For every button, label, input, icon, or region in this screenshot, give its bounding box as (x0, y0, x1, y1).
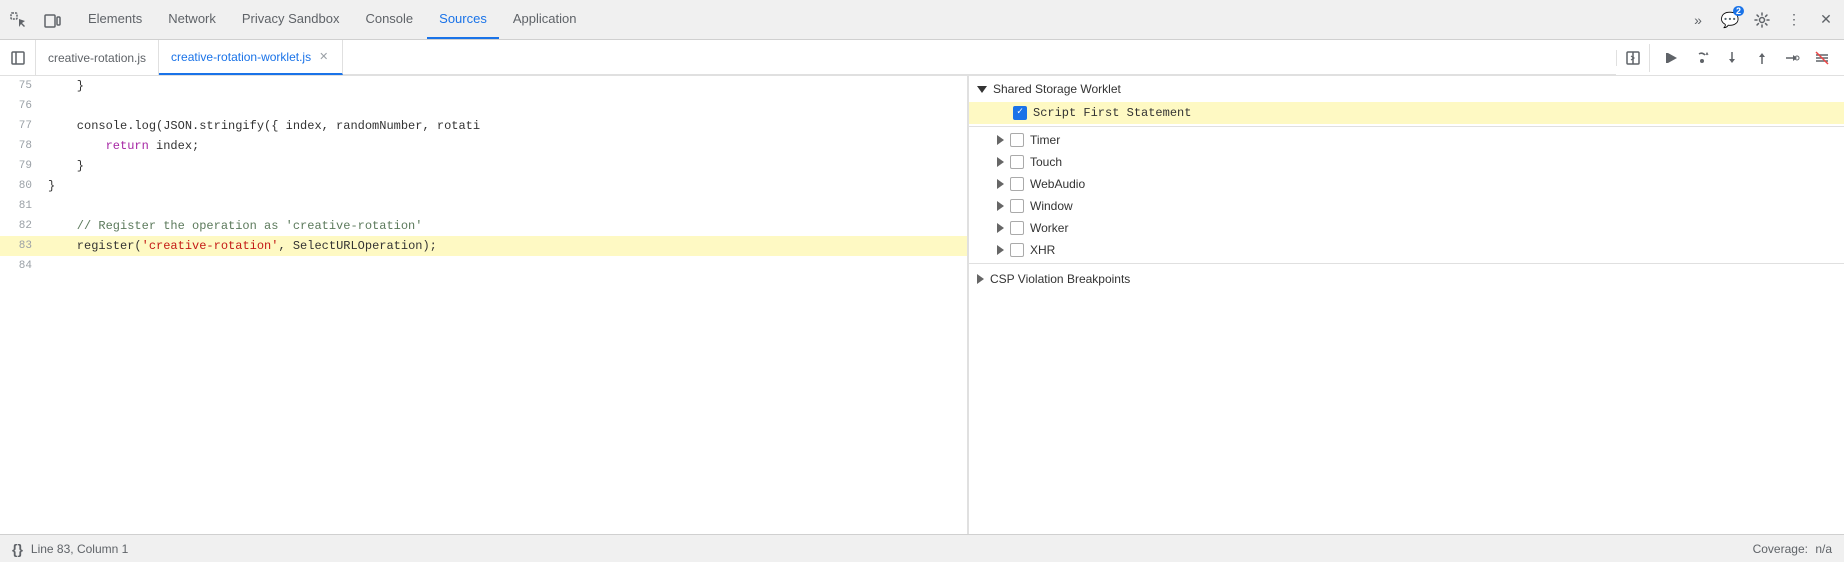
expand-window-icon (997, 201, 1004, 211)
step-over-button[interactable] (1688, 44, 1716, 72)
breakpoint-webaudio[interactable]: WebAudio (969, 173, 1844, 195)
settings-icon[interactable] (1748, 6, 1776, 34)
tab-bar-right: » 💬 2 ⋮ ✕ (1684, 6, 1840, 34)
resume-button[interactable] (1658, 44, 1686, 72)
expand-timer-icon (997, 135, 1004, 145)
step-button[interactable] (1778, 44, 1806, 72)
chat-icon[interactable]: 💬 2 (1716, 6, 1744, 34)
code-line-82: 82 // Register the operation as 'creativ… (0, 216, 967, 236)
step-into-button[interactable] (1718, 44, 1746, 72)
close-devtools-button[interactable]: ✕ (1812, 6, 1840, 34)
breakpoint-window[interactable]: Window (969, 195, 1844, 217)
tab-privacy-sandbox[interactable]: Privacy Sandbox (230, 0, 352, 39)
cursor-type-icon: {} (12, 541, 23, 557)
breakpoint-section: Shared Storage Worklet Script First Stat… (969, 76, 1844, 292)
expand-xhr-icon (997, 245, 1004, 255)
code-line-84: 84 (0, 256, 967, 276)
file-tab-creative-rotation-worklet-js[interactable]: creative-rotation-worklet.js ✕ (159, 40, 343, 75)
coverage-label: Coverage: (1753, 542, 1808, 556)
tab-console[interactable]: Console (353, 0, 425, 39)
file-tabs-bar: creative-rotation.js creative-rotation-w… (0, 40, 1844, 76)
webaudio-checkbox[interactable] (1010, 177, 1024, 191)
expand-icon (977, 86, 987, 93)
worker-checkbox[interactable] (1010, 221, 1024, 235)
coverage-value: n/a (1815, 542, 1832, 556)
expand-csp-icon (977, 274, 984, 284)
step-out-button[interactable] (1748, 44, 1776, 72)
devtools-top-icons (4, 6, 66, 34)
xhr-checkbox[interactable] (1010, 243, 1024, 257)
breakpoint-worker[interactable]: Worker (969, 217, 1844, 239)
main-content-area: 75 } 76 77 console.log(JSON.stringify({ … (0, 76, 1844, 534)
file-tab-creative-rotation-js[interactable]: creative-rotation.js (36, 40, 159, 75)
code-line-81: 81 (0, 196, 967, 216)
tab-network[interactable]: Network (156, 0, 228, 39)
touch-checkbox[interactable] (1010, 155, 1024, 169)
deactivate-breakpoints-button[interactable] (1808, 44, 1836, 72)
breakpoint-timer[interactable]: Timer (969, 129, 1844, 151)
csp-violation-breakpoints-header[interactable]: CSP Violation Breakpoints (969, 266, 1844, 292)
script-first-statement-item[interactable]: Script First Statement (969, 102, 1844, 124)
code-line-75: 75 } (0, 76, 967, 96)
breakpoint-xhr[interactable]: XHR (969, 239, 1844, 261)
devtools-tab-bar: Elements Network Privacy Sandbox Console… (0, 0, 1844, 40)
status-bar-left: {} Line 83, Column 1 (12, 541, 128, 557)
tab-sources[interactable]: Sources (427, 0, 499, 39)
breakpoints-panel: Shared Storage Worklet Script First Stat… (968, 76, 1844, 534)
close-file-tab-button[interactable]: ✕ (317, 48, 330, 65)
status-bar: {} Line 83, Column 1 Coverage: n/a (0, 534, 1844, 562)
expand-touch-icon (997, 157, 1004, 167)
timer-checkbox[interactable] (1010, 133, 1024, 147)
window-checkbox[interactable] (1010, 199, 1024, 213)
code-lines-container: 75 } 76 77 console.log(JSON.stringify({ … (0, 76, 967, 276)
tab-application[interactable]: Application (501, 0, 589, 39)
shared-storage-worklet-header[interactable]: Shared Storage Worklet (969, 76, 1844, 102)
cursor-position: Line 83, Column 1 (31, 542, 128, 556)
script-first-statement-checkbox[interactable] (1013, 106, 1027, 120)
more-tabs-button[interactable]: » (1684, 6, 1712, 34)
tab-elements[interactable]: Elements (76, 0, 154, 39)
breakpoint-touch[interactable]: Touch (969, 151, 1844, 173)
device-toolbar-icon[interactable] (38, 6, 66, 34)
collapse-panel-button[interactable] (1616, 50, 1649, 66)
expand-worker-icon (997, 223, 1004, 233)
expand-webaudio-icon (997, 179, 1004, 189)
code-line-76: 76 (0, 96, 967, 116)
element-picker-icon[interactable] (4, 6, 32, 34)
debugger-controls (1649, 44, 1844, 72)
code-line-80: 80 } (0, 176, 967, 196)
code-line-78: 78 return index; (0, 136, 967, 156)
code-line-77: 77 console.log(JSON.stringify({ index, r… (0, 116, 967, 136)
code-editor[interactable]: 75 } 76 77 console.log(JSON.stringify({ … (0, 76, 968, 534)
code-line-79: 79 } (0, 156, 967, 176)
code-line-83: 83 register('creative-rotation', SelectU… (0, 236, 967, 256)
sidebar-toggle-button[interactable] (0, 40, 36, 75)
more-options-icon[interactable]: ⋮ (1780, 6, 1808, 34)
status-bar-right: Coverage: n/a (1753, 542, 1832, 556)
